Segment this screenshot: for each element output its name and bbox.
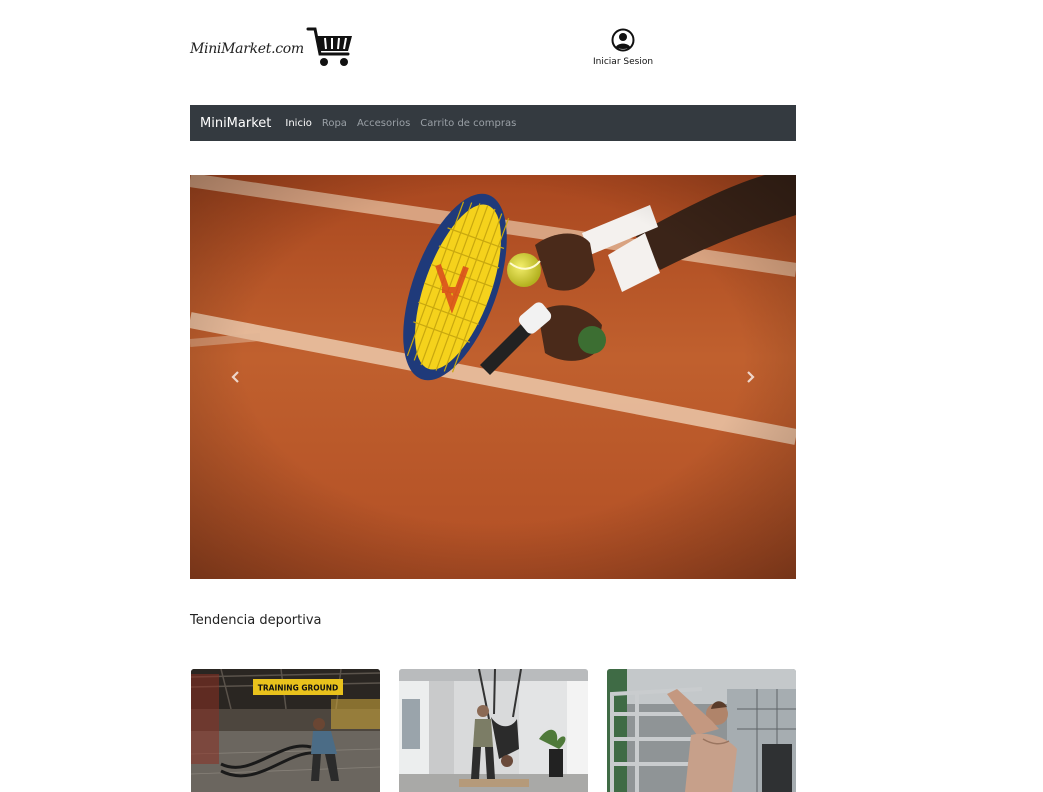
card-image-aerial-yoga <box>399 669 588 792</box>
nav-link-inicio[interactable]: Inicio <box>285 118 311 129</box>
product-card[interactable]: TRAINING GROUND <box>191 669 380 792</box>
chevron-left-icon <box>231 371 239 383</box>
nav-link-accesorios[interactable]: Accesorios <box>357 118 410 129</box>
login-link[interactable]: Iniciar Sesion <box>593 28 653 67</box>
carousel-slide-image <box>190 175 796 579</box>
nav-link-carrito[interactable]: Carrito de compras <box>420 118 516 129</box>
hero-carousel[interactable] <box>190 175 796 579</box>
logo[interactable]: MiniMarket.com <box>190 24 356 70</box>
main-navbar: MiniMarket Inicio Ropa Accesorios Carrit… <box>190 105 796 141</box>
card-image-battle-ropes: TRAINING GROUND <box>191 669 380 792</box>
shopping-cart-icon <box>306 27 352 66</box>
product-card[interactable] <box>399 669 588 792</box>
navbar-brand[interactable]: MiniMarket <box>200 116 271 131</box>
training-ground-sign: TRAINING GROUND <box>258 684 339 693</box>
chevron-right-icon <box>747 371 755 383</box>
user-circle-icon <box>611 28 635 52</box>
site-header: MiniMarket.com Iniciar Sesion <box>190 24 796 74</box>
card-image-gym-pullups <box>607 669 796 792</box>
carousel-next-button[interactable] <box>738 365 762 389</box>
product-card[interactable] <box>607 669 796 792</box>
logo-text: MiniMarket.com <box>190 41 304 57</box>
carousel-prev-button[interactable] <box>224 365 248 389</box>
section-title: Tendencia deportiva <box>190 613 322 628</box>
login-label: Iniciar Sesion <box>593 57 654 67</box>
nav-link-ropa[interactable]: Ropa <box>322 118 347 129</box>
